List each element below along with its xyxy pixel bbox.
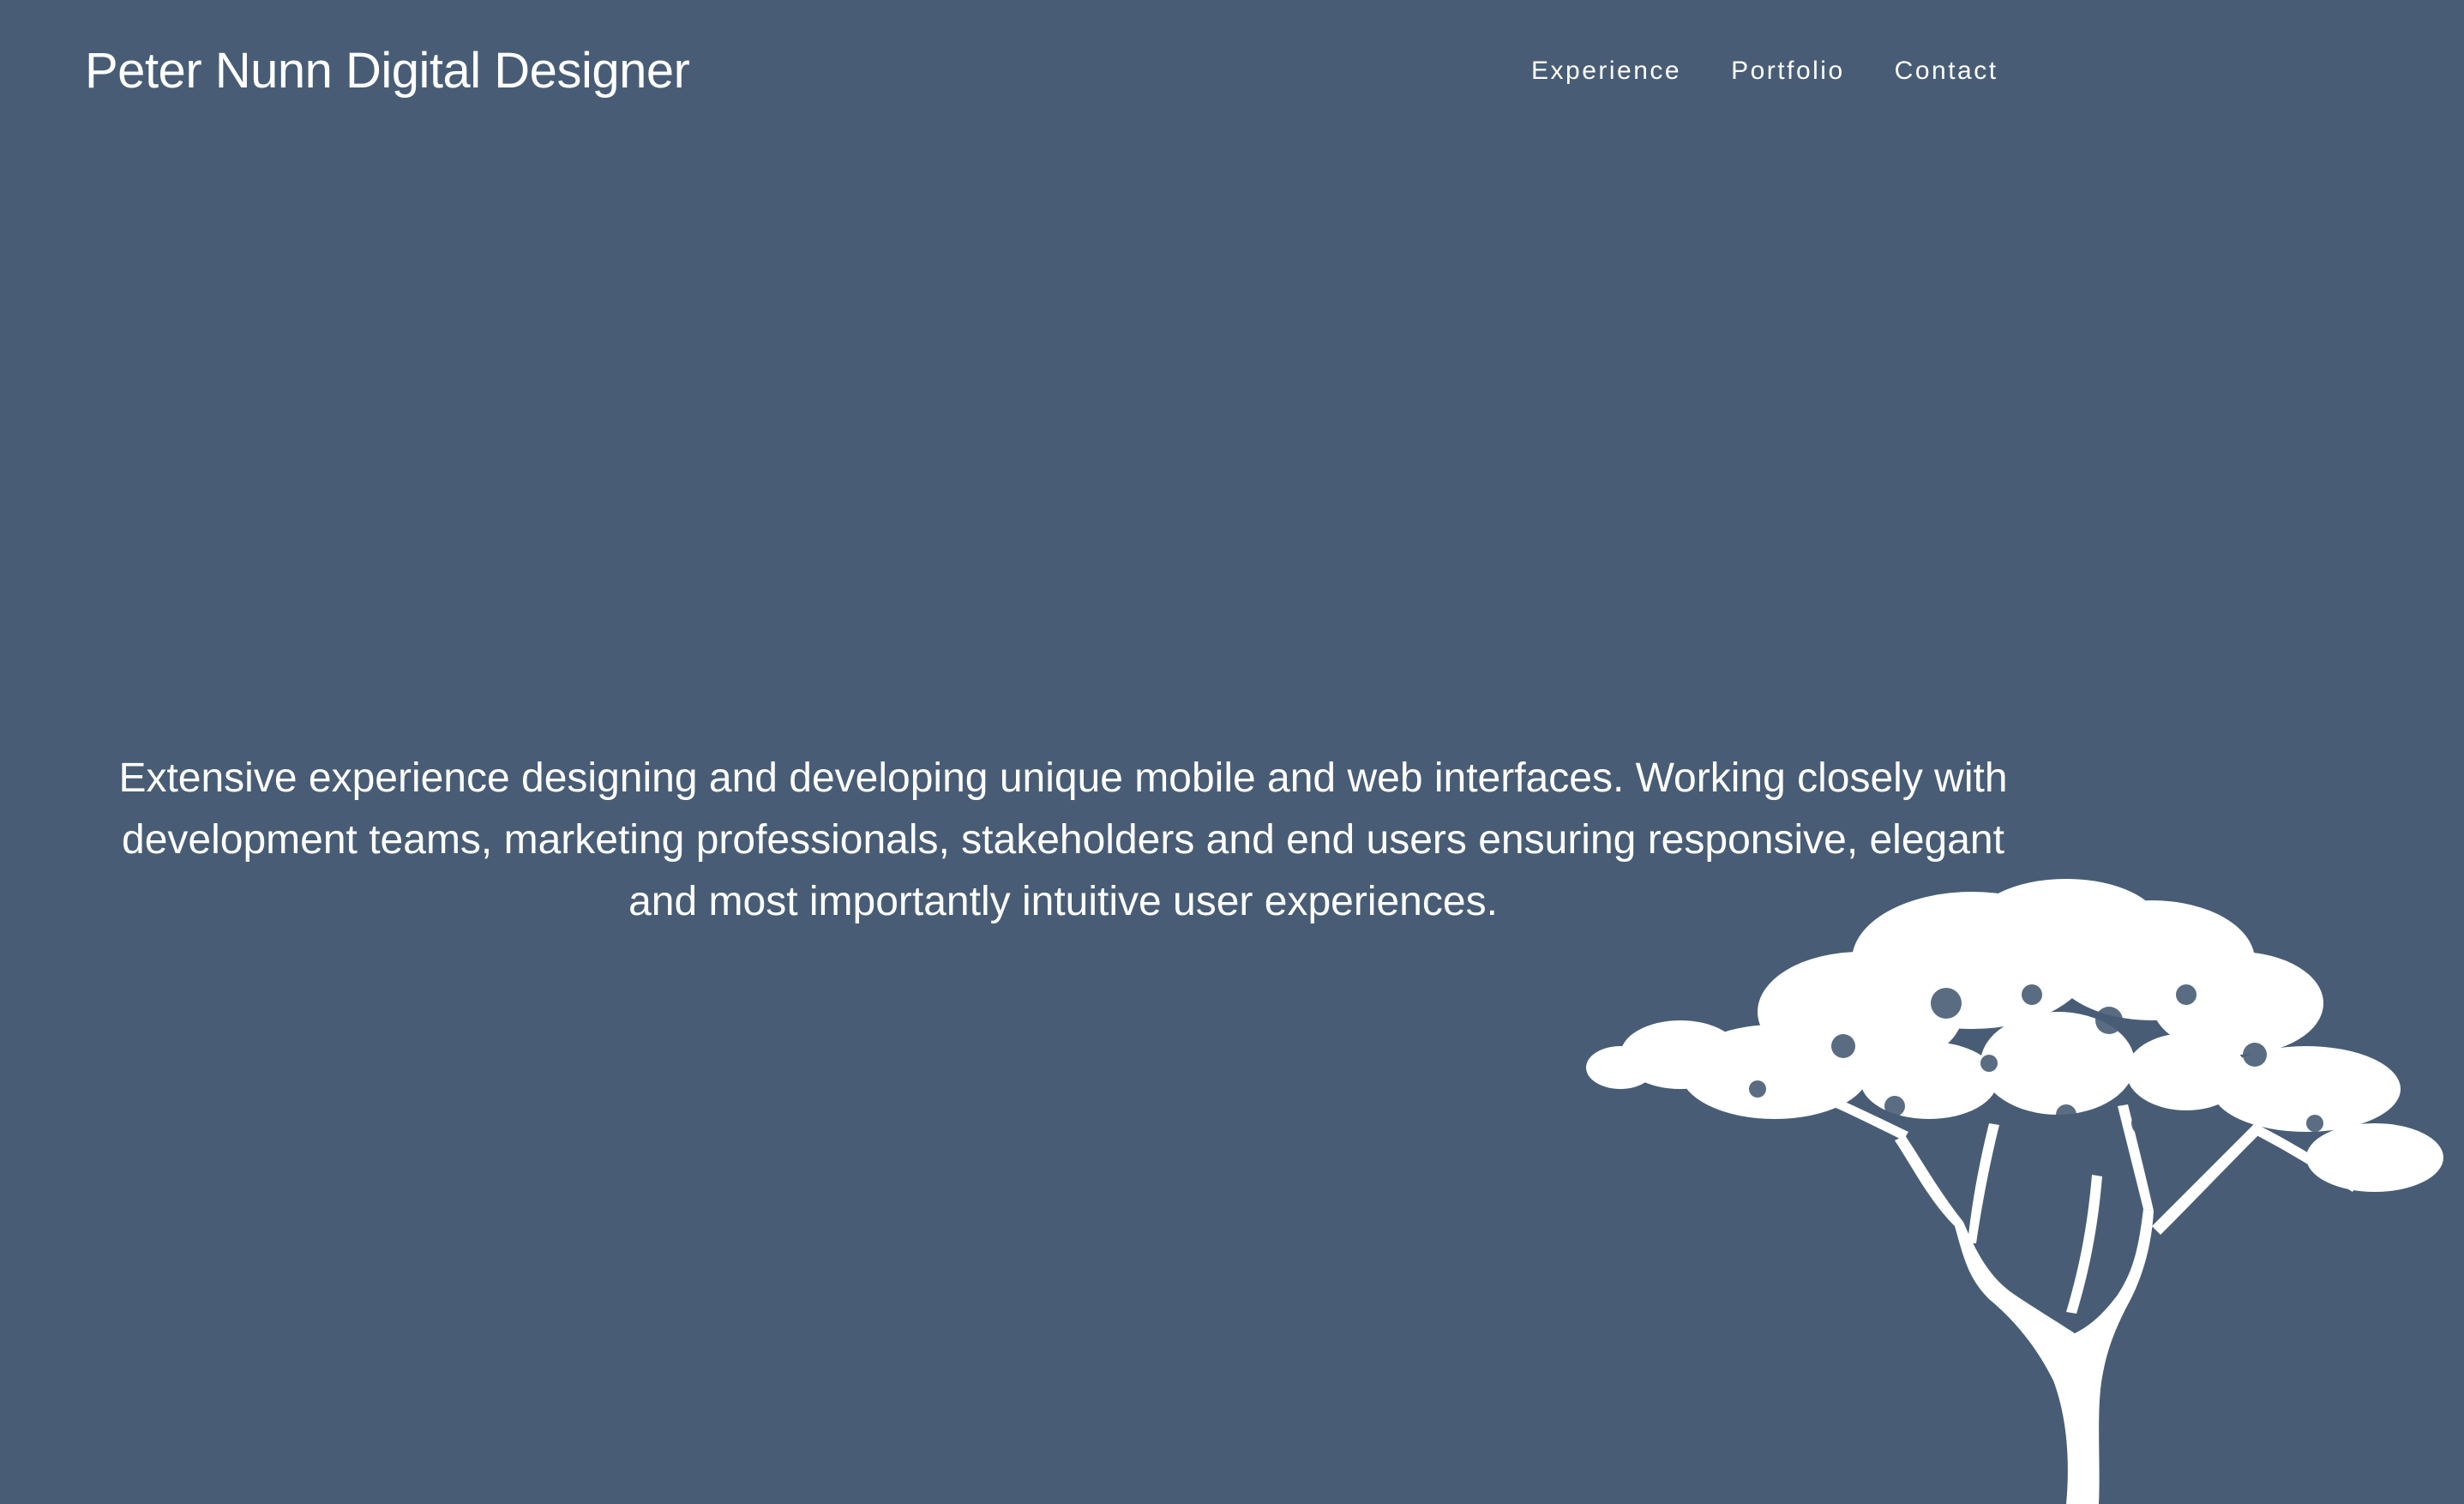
site-title[interactable]: Peter Nunn Digital Designer — [85, 36, 690, 106]
nav-link-portfolio[interactable]: Portfolio — [1731, 50, 1845, 93]
tree-illustration — [1586, 879, 2443, 1504]
nav-link-contact[interactable]: Contact — [1895, 50, 1998, 93]
tree-trunk — [1955, 1209, 2154, 1504]
main-nav: Experience Portfolio Contact — [1531, 50, 1998, 93]
nav-link-experience[interactable]: Experience — [1531, 50, 1681, 93]
